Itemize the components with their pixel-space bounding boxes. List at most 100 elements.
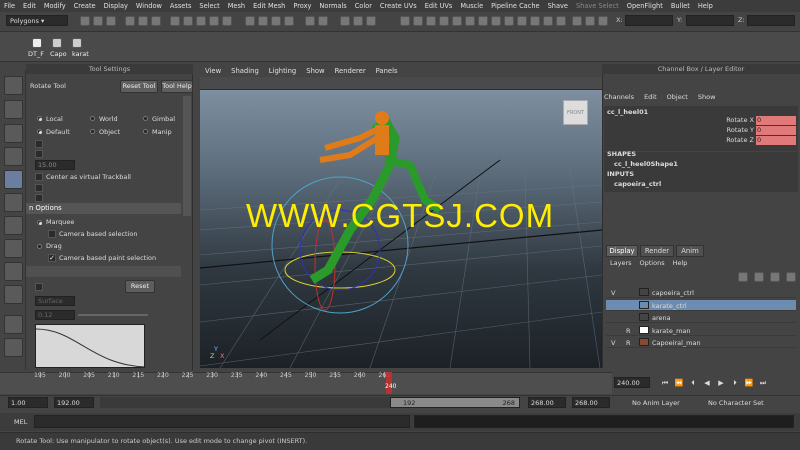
soft-select-checkbox[interactable] xyxy=(35,283,43,291)
menu-set-selector[interactable]: Polygons ▾ xyxy=(6,15,68,26)
layer-color-swatch[interactable] xyxy=(639,300,649,309)
soft-select-section[interactable] xyxy=(26,266,181,277)
shave-icon-5[interactable] xyxy=(452,16,462,26)
select-tool-icon[interactable] xyxy=(4,76,23,95)
menu-edit[interactable]: Edit xyxy=(19,2,40,10)
history-icon[interactable] xyxy=(305,16,315,26)
menu-color[interactable]: Color xyxy=(351,2,376,10)
snap-curve-icon[interactable] xyxy=(258,16,268,26)
menu-edit-uvs[interactable]: Edit UVs xyxy=(421,2,457,10)
attr-value-field[interactable]: 0 xyxy=(756,136,796,145)
layer-row[interactable]: Rkarate_man xyxy=(606,325,796,336)
mask-icon-2[interactable] xyxy=(183,16,193,26)
layer-name[interactable]: karate_man xyxy=(652,327,691,335)
viewport-menu-show[interactable]: Show xyxy=(301,67,329,75)
menu-proxy[interactable]: Proxy xyxy=(289,2,315,10)
character-set-label[interactable]: No Character Set xyxy=(708,399,764,407)
go-to-start-icon[interactable]: ⏮ xyxy=(660,378,670,388)
move-up-icon[interactable] xyxy=(770,272,780,282)
trackball-checkbox[interactable] xyxy=(35,173,43,181)
input-node[interactable]: capoeira_ctrl xyxy=(614,180,661,188)
render-frame-icon[interactable] xyxy=(340,16,350,26)
range-handle[interactable]: 192 268 xyxy=(390,397,520,408)
menu-create-uvs[interactable]: Create UVs xyxy=(376,2,421,10)
common-options-section[interactable]: n Options xyxy=(26,203,181,214)
playback-end-field[interactable]: 268.00 xyxy=(528,397,566,408)
transform-icon[interactable] xyxy=(598,16,608,26)
snap-grid-icon[interactable] xyxy=(245,16,255,26)
option-checkbox[interactable] xyxy=(35,150,43,158)
layer-menu-help[interactable]: Help xyxy=(673,259,688,267)
layer-row[interactable]: V R Capoeiral_man xyxy=(606,337,796,348)
layer-color-swatch[interactable] xyxy=(639,338,649,346)
render-settings-icon[interactable] xyxy=(366,16,376,26)
paint-select-icon[interactable] xyxy=(4,124,23,143)
layer-menu-options[interactable]: Options xyxy=(640,259,665,267)
tool-settings-scrollbar[interactable] xyxy=(183,96,191,216)
select-object-icon[interactable] xyxy=(138,16,148,26)
layer-playback-toggle[interactable]: R xyxy=(626,339,631,347)
universal-manip-icon[interactable] xyxy=(4,216,23,235)
tab-anim[interactable]: Anim xyxy=(676,245,704,257)
anim-layer-label[interactable]: No Anim Layer xyxy=(632,399,680,407)
menu-mesh[interactable]: Mesh xyxy=(224,2,249,10)
shave-icon-10[interactable] xyxy=(517,16,527,26)
channel-menu-show[interactable]: Show xyxy=(698,93,716,101)
tab-render[interactable]: Render xyxy=(640,245,674,257)
menu-assets[interactable]: Assets xyxy=(166,2,195,10)
gimbal-radio[interactable] xyxy=(143,116,148,121)
menu-muscle[interactable]: Muscle xyxy=(456,2,487,10)
save-scene-icon[interactable] xyxy=(106,16,116,26)
mask-icon-5[interactable] xyxy=(222,16,232,26)
layer-visibility-toggle[interactable]: V xyxy=(611,289,615,297)
layer-row[interactable]: arena xyxy=(606,312,796,323)
open-scene-icon[interactable] xyxy=(93,16,103,26)
menu-shave-select[interactable]: Shave Select xyxy=(572,2,623,10)
select-component-icon[interactable] xyxy=(151,16,161,26)
channel-menu-object[interactable]: Object xyxy=(667,93,688,101)
shave-icon-11[interactable] xyxy=(530,16,540,26)
menu-shave[interactable]: Shave xyxy=(544,2,572,10)
layout-single-icon[interactable] xyxy=(4,315,23,334)
move-down-icon[interactable] xyxy=(786,272,796,282)
falloff-slider[interactable] xyxy=(78,314,148,316)
mel-label[interactable]: MEL xyxy=(14,418,27,426)
camera-paint-checkbox[interactable]: ✓ xyxy=(48,254,56,262)
shave-icon-14[interactable] xyxy=(572,16,582,26)
ipr-render-icon[interactable] xyxy=(353,16,363,26)
shelf-doc-icon[interactable] xyxy=(32,38,42,48)
view-cube[interactable]: FRONT xyxy=(563,100,588,125)
default-radio[interactable] xyxy=(37,129,42,134)
menu-normals[interactable]: Normals xyxy=(315,2,350,10)
shelf-tab-capo[interactable]: Capo xyxy=(50,50,67,58)
coord-x-field[interactable] xyxy=(625,15,673,26)
playback-start-field[interactable]: 192.00 xyxy=(54,397,94,408)
node-name[interactable]: cc_l_heel01 xyxy=(607,108,648,116)
new-layer-selected-icon[interactable] xyxy=(754,272,764,282)
shave-icon-9[interactable] xyxy=(504,16,514,26)
mask-icon-4[interactable] xyxy=(209,16,219,26)
world-radio[interactable] xyxy=(90,116,95,121)
viewport-menu-panels[interactable]: Panels xyxy=(371,67,403,75)
go-to-end-icon[interactable]: ⏭ xyxy=(758,378,768,388)
falloff-curve-graph[interactable] xyxy=(35,324,147,368)
layer-color-swatch[interactable] xyxy=(639,288,649,296)
layer-visibility-toggle[interactable]: V xyxy=(611,339,615,347)
menu-edit-mesh[interactable]: Edit Mesh xyxy=(249,2,289,10)
shave-icon-2[interactable] xyxy=(413,16,423,26)
menu-pipeline-cache[interactable]: Pipeline Cache xyxy=(487,2,543,10)
mask-icon-3[interactable] xyxy=(196,16,206,26)
layer-name[interactable]: capoeira_ctrl xyxy=(652,289,694,297)
shave-icon-8[interactable] xyxy=(491,16,501,26)
channel-menu-channels[interactable]: Channels xyxy=(604,93,634,101)
input-ops-icon[interactable] xyxy=(318,16,328,26)
last-tool-icon[interactable] xyxy=(4,285,23,304)
new-layer-icon[interactable] xyxy=(738,272,748,282)
snap-plane-icon[interactable] xyxy=(284,16,294,26)
menu-help[interactable]: Help xyxy=(694,2,717,10)
reset-tool-button[interactable]: Reset Tool xyxy=(120,80,158,93)
object-radio[interactable] xyxy=(90,129,95,134)
select-hierarchy-icon[interactable] xyxy=(125,16,135,26)
tab-display[interactable]: Display xyxy=(606,245,638,257)
shave-icon-4[interactable] xyxy=(439,16,449,26)
